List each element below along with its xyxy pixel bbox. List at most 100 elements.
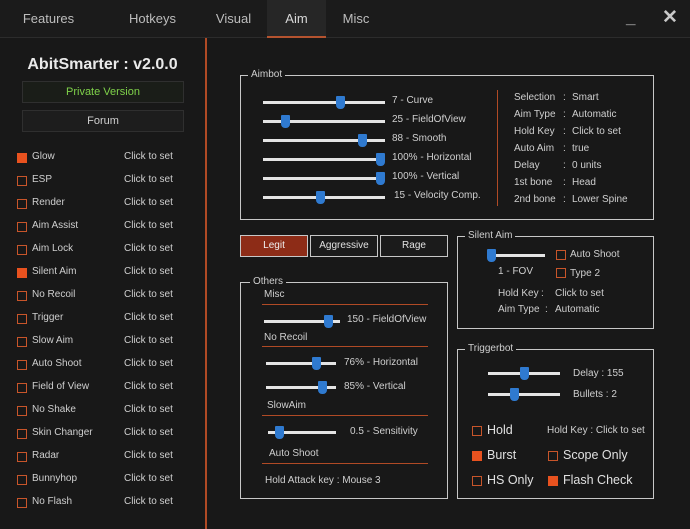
trigger-flash-check-checkbox[interactable] [548,476,558,486]
feature-row-aim-lock[interactable]: Aim Lock Click to set [17,243,197,257]
feature-checkbox[interactable] [17,245,27,255]
slider-thumb[interactable] [520,367,529,380]
trigger-hs-only-checkbox[interactable] [472,476,482,486]
feature-checkbox[interactable] [17,429,27,439]
tab-hotkeys[interactable]: Hotkeys [105,0,200,38]
feature-hotkey[interactable]: Click to set [124,496,173,507]
feature-hotkey[interactable]: Click to set [124,197,173,208]
feature-row-aim-assist[interactable]: Aim Assist Click to set [17,220,197,234]
feature-row-no-flash[interactable]: No Flash Click to set [17,496,197,510]
feature-checkbox[interactable] [17,383,27,393]
slider-thumb[interactable] [318,381,327,394]
feature-checkbox[interactable] [17,222,27,232]
feature-hotkey[interactable]: Click to set [124,289,173,300]
feature-checkbox[interactable] [17,176,27,186]
feature-hotkey[interactable]: Click to set [124,312,173,323]
feature-checkbox[interactable] [17,268,27,278]
minimize-button[interactable]: _ [626,8,635,28]
slider-thumb[interactable] [376,172,385,185]
slider-thumb[interactable] [487,249,496,262]
private-version-button[interactable]: Private Version [22,81,184,103]
feature-row-esp[interactable]: ESP Click to set [17,174,197,188]
feature-hotkey[interactable]: Click to set [124,174,173,185]
feature-row-skin-changer[interactable]: Skin Changer Click to set [17,427,197,441]
slider-thumb[interactable] [510,388,519,401]
feature-hotkey[interactable]: Click to set [124,151,173,162]
feature-checkbox[interactable] [17,498,27,508]
feature-row-glow[interactable]: Glow Click to set [17,151,197,165]
aimbot-slider[interactable] [263,191,385,204]
trigger-hold-key[interactable]: Hold Key : Click to set [547,425,645,436]
silent-type2-checkbox[interactable] [556,268,566,278]
trigger-hold-checkbox[interactable] [472,426,482,436]
aimbot-slider[interactable] [263,115,385,128]
feature-hotkey[interactable]: Click to set [124,358,173,369]
feature-checkbox[interactable] [17,360,27,370]
feature-row-auto-shoot[interactable]: Auto Shoot Click to set [17,358,197,372]
slider-thumb[interactable] [376,153,385,166]
tab-features[interactable]: Features [0,0,97,38]
feature-row-bunnyhop[interactable]: Bunnyhop Click to set [17,473,197,487]
aimbot-info-value[interactable]: true [572,143,589,154]
feature-hotkey[interactable]: Click to set [124,243,173,254]
feature-checkbox[interactable] [17,475,27,485]
mode-rage-button[interactable]: Rage [380,235,448,257]
aimbot-info-value[interactable]: Click to set [572,126,621,137]
feature-checkbox[interactable] [17,153,27,163]
slider-thumb[interactable] [324,315,333,328]
feature-row-trigger[interactable]: Trigger Click to set [17,312,197,326]
feature-hotkey[interactable]: Click to set [124,266,173,277]
trigger-scope-only-checkbox[interactable] [548,451,558,461]
tab-misc[interactable]: Misc [326,0,386,38]
feature-hotkey[interactable]: Click to set [124,335,173,346]
others-sensitivity-slider[interactable] [268,426,336,439]
aimbot-slider[interactable] [263,153,385,166]
feature-checkbox[interactable] [17,291,27,301]
silent-fov-slider[interactable] [487,249,545,262]
aimbot-slider[interactable] [263,134,385,147]
aimbot-info-value[interactable]: Head [572,177,596,188]
mode-legit-button[interactable]: Legit [240,235,308,257]
aimbot-info-value[interactable]: Lower Spine [572,194,628,205]
aimbot-info-value[interactable]: 0 units [572,160,601,171]
feature-row-radar[interactable]: Radar Click to set [17,450,197,464]
feature-row-no-recoil[interactable]: No Recoil Click to set [17,289,197,303]
slider-thumb[interactable] [275,426,284,439]
feature-row-silent-aim[interactable]: Silent Aim Click to set [17,266,197,280]
trigger-bullets-slider[interactable] [488,388,560,401]
close-button[interactable]: ✕ [662,6,678,29]
others-fov-slider[interactable] [264,315,340,328]
slider-thumb[interactable] [281,115,290,128]
forum-button[interactable]: Forum [22,110,184,132]
feature-hotkey[interactable]: Click to set [124,404,173,415]
feature-hotkey[interactable]: Click to set [124,220,173,231]
aimbot-slider[interactable] [263,96,385,109]
feature-row-field-of-view[interactable]: Field of View Click to set [17,381,197,395]
slider-thumb[interactable] [312,357,321,370]
slider-thumb[interactable] [316,191,325,204]
feature-row-no-shake[interactable]: No Shake Click to set [17,404,197,418]
others-horizontal-slider[interactable] [266,357,336,370]
silent-hold-key-value[interactable]: Click to set [555,288,604,299]
feature-checkbox[interactable] [17,199,27,209]
slider-thumb[interactable] [358,134,367,147]
feature-row-slow-aim[interactable]: Slow Aim Click to set [17,335,197,349]
feature-hotkey[interactable]: Click to set [124,450,173,461]
feature-hotkey[interactable]: Click to set [124,473,173,484]
feature-row-render[interactable]: Render Click to set [17,197,197,211]
feature-hotkey[interactable]: Click to set [124,381,173,392]
feature-checkbox[interactable] [17,406,27,416]
feature-checkbox[interactable] [17,337,27,347]
aimbot-info-value[interactable]: Smart [572,92,599,103]
silent-aim-type-value[interactable]: Automatic [555,304,599,315]
feature-hotkey[interactable]: Click to set [124,427,173,438]
feature-checkbox[interactable] [17,314,27,324]
mode-aggressive-button[interactable]: Aggressive [310,235,378,257]
tab-aim[interactable]: Aim [267,0,326,38]
aimbot-slider[interactable] [263,172,385,185]
trigger-burst-checkbox[interactable] [472,451,482,461]
tab-visual[interactable]: Visual [200,0,267,38]
slider-thumb[interactable] [336,96,345,109]
trigger-delay-slider[interactable] [488,367,560,380]
others-vertical-slider[interactable] [266,381,336,394]
